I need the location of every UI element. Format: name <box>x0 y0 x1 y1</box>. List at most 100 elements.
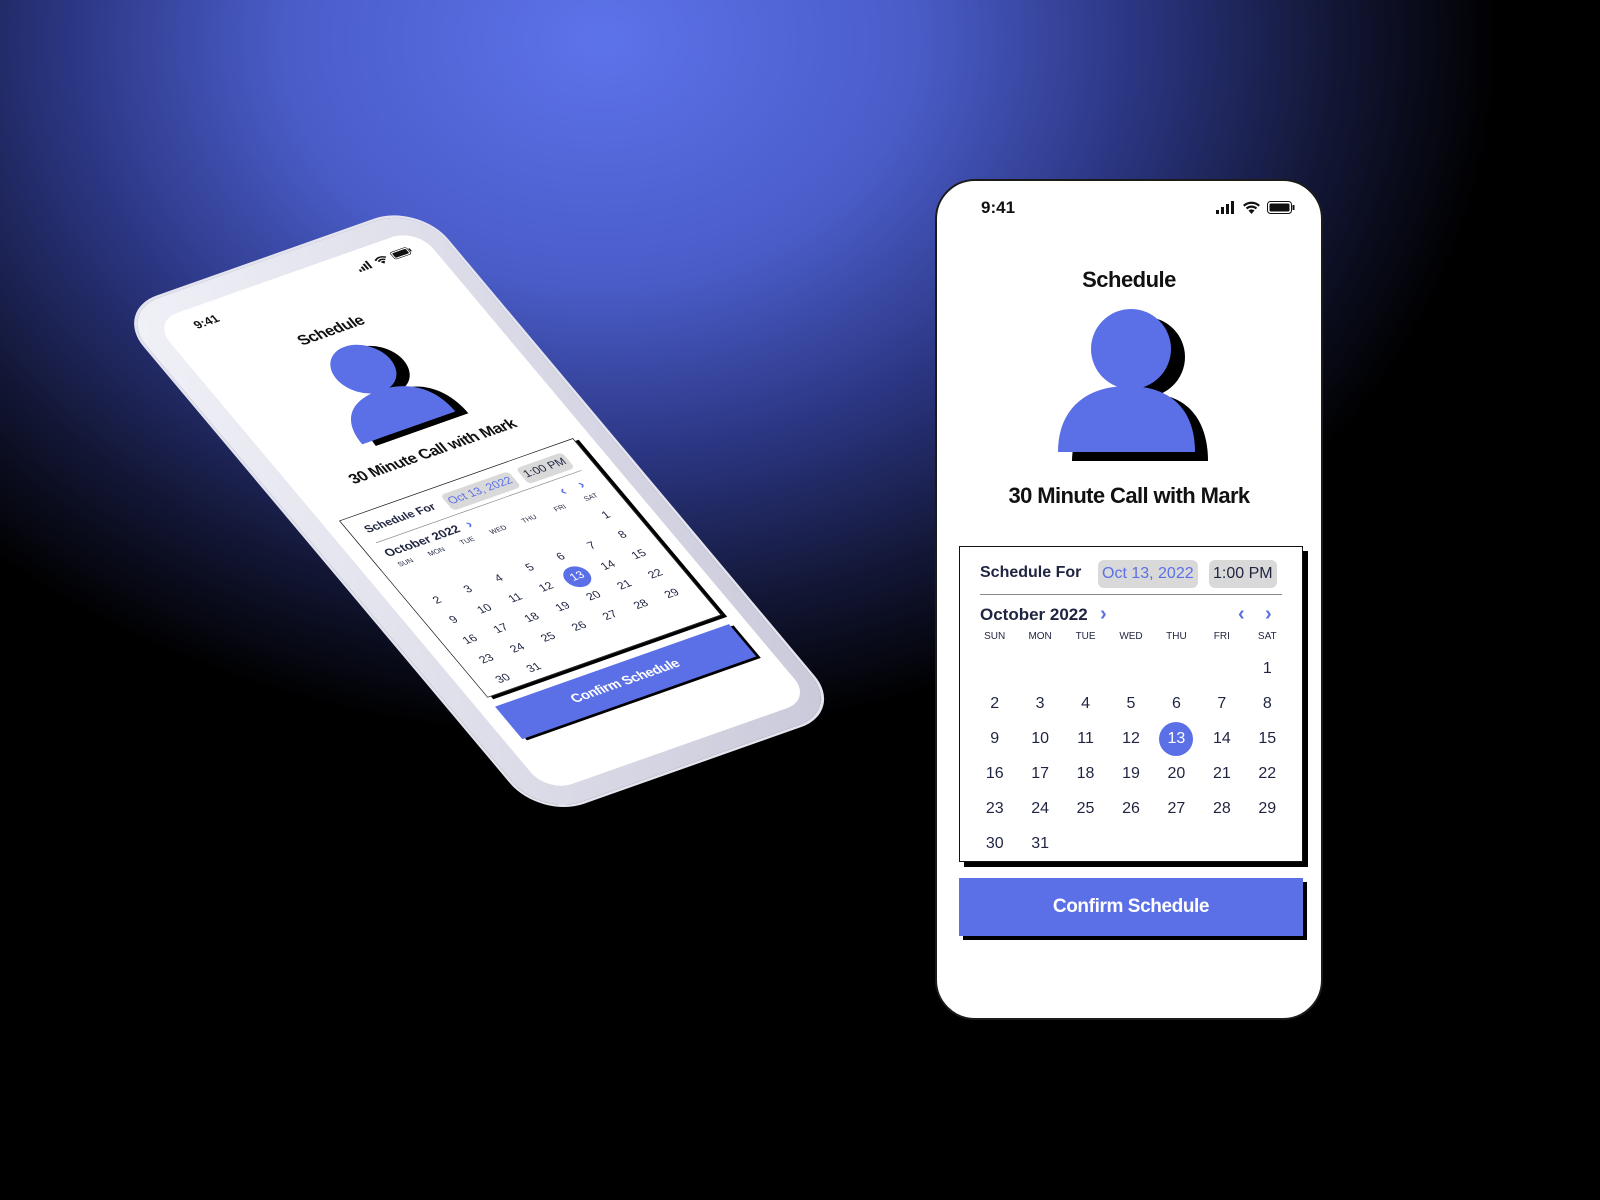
day-cell[interactable]: 26 <box>1108 791 1153 826</box>
phone-screen: 9:41 Schedule 30 Minute Call with Mark S… <box>935 179 1323 1020</box>
day-number: 10 <box>474 602 495 616</box>
day-cell[interactable]: 24 <box>1017 791 1062 826</box>
day-cell[interactable]: 18 <box>1063 756 1108 791</box>
time-field[interactable]: 1:00 PM <box>515 452 575 485</box>
day-number: 20 <box>583 589 604 603</box>
day-number: 11 <box>1077 730 1094 747</box>
day-number: 25 <box>1076 800 1095 817</box>
day-number: 26 <box>1122 800 1140 817</box>
day-cell[interactable]: 2 <box>972 686 1017 721</box>
day-number: 11 <box>505 591 526 605</box>
status-time: 9:41 <box>981 198 1016 217</box>
month-label[interactable]: October 2022 <box>980 605 1088 625</box>
schedule-for-label: Schedule For <box>361 501 439 536</box>
day-number: 7 <box>1217 695 1227 712</box>
day-cell[interactable]: 22 <box>1245 756 1290 791</box>
day-number: 20 <box>1167 765 1186 782</box>
day-number: 15 <box>629 547 650 562</box>
next-month-chevron-icon[interactable]: › <box>574 478 589 492</box>
day-number: 31 <box>1031 835 1050 852</box>
day-cell[interactable]: 13 <box>1154 721 1199 756</box>
confirm-schedule-button[interactable]: Confirm Schedule <box>959 878 1303 936</box>
day-number: 10 <box>1031 730 1050 747</box>
weekday-label: FRI <box>1213 631 1230 642</box>
day-number: 27 <box>1167 800 1186 817</box>
day-number: 7 <box>584 540 599 552</box>
avatar-person-icon <box>330 344 469 446</box>
day-cell[interactable]: 10 <box>1017 721 1062 756</box>
empty-cell <box>972 651 1017 686</box>
schedule-for-label: Schedule For <box>980 564 1082 581</box>
day-number: 25 <box>538 630 559 645</box>
day-cell[interactable]: 17 <box>1017 756 1062 791</box>
tilted-phone-screen: 9:41 Schedule 30 Minute Call with Mark S… <box>152 228 812 793</box>
day-number: 3 <box>461 583 476 596</box>
day-number: 17 <box>1031 765 1050 782</box>
day-number: 24 <box>1031 800 1050 817</box>
day-number: 9 <box>990 730 1000 747</box>
day-cell[interactable]: 27 <box>1154 791 1199 826</box>
day-cell[interactable]: 12 <box>1108 721 1153 756</box>
day-cell[interactable]: 30 <box>972 826 1017 861</box>
day-number: 4 <box>492 572 507 585</box>
day-number: 18 <box>521 610 543 625</box>
day-number: 12 <box>536 580 557 595</box>
month-expand-chevron-icon[interactable]: › <box>462 517 477 531</box>
prev-month-chevron-icon[interactable]: ‹ <box>556 484 571 498</box>
day-cell[interactable]: 20 <box>1154 756 1199 791</box>
day-number: 18 <box>1076 765 1095 782</box>
day-number: 26 <box>569 619 590 634</box>
day-number: 5 <box>522 561 538 574</box>
day-cell[interactable]: 5 <box>1108 686 1153 721</box>
day-cell[interactable]: 6 <box>1154 686 1199 721</box>
day-cell[interactable]: 4 <box>1063 686 1108 721</box>
day-cell[interactable]: 31 <box>1017 826 1062 861</box>
day-cell[interactable]: 16 <box>972 756 1017 791</box>
battery-icon <box>390 247 412 260</box>
day-cell[interactable]: 29 <box>1245 791 1290 826</box>
day-number: 6 <box>1171 695 1181 712</box>
meeting-title: 30 Minute Call with Mark <box>1008 483 1250 508</box>
empty-cell <box>1017 651 1062 686</box>
month-expand-chevron-icon[interactable]: › <box>1100 603 1107 626</box>
day-cell[interactable]: 25 <box>1063 791 1108 826</box>
day-cell[interactable]: 14 <box>1199 721 1244 756</box>
day-number: 12 <box>1122 730 1140 747</box>
day-number: 1 <box>599 509 614 522</box>
schedule-card: Schedule For Oct 13, 2022 1:00 PM Octobe… <box>959 546 1303 862</box>
day-cell[interactable]: 7 <box>1199 686 1244 721</box>
date-field[interactable]: Oct 13, 2022 <box>1098 560 1198 588</box>
prev-month-chevron-icon[interactable]: ‹ <box>1238 603 1245 626</box>
day-number: 27 <box>600 608 621 623</box>
day-number: 15 <box>1258 730 1277 747</box>
signal-icon <box>358 260 373 273</box>
day-number: 16 <box>460 632 481 647</box>
day-number: 8 <box>1262 695 1272 712</box>
wifi-icon <box>1243 201 1260 214</box>
day-number: 19 <box>1122 765 1140 782</box>
day-cell[interactable]: 1 <box>1245 651 1290 686</box>
day-number: 8 <box>615 529 630 541</box>
wifi-icon <box>374 256 387 264</box>
day-cell[interactable]: 28 <box>1199 791 1244 826</box>
time-field[interactable]: 1:00 PM <box>1209 560 1277 588</box>
next-month-chevron-icon[interactable]: › <box>1265 603 1272 626</box>
day-cell[interactable]: 19 <box>1108 756 1153 791</box>
day-cell[interactable]: 11 <box>1063 721 1108 756</box>
day-number: 24 <box>507 641 528 656</box>
day-cell[interactable]: 15 <box>1245 721 1290 756</box>
weekday-label: WED <box>1119 631 1143 642</box>
day-cell[interactable]: 9 <box>972 721 1017 756</box>
empty-cell <box>1108 651 1153 686</box>
day-cell[interactable]: 23 <box>972 791 1017 826</box>
day-number: 4 <box>1081 695 1091 712</box>
day-cell[interactable]: 21 <box>1199 756 1244 791</box>
day-cell[interactable]: 3 <box>1017 686 1062 721</box>
day-number: 1 <box>1262 660 1272 677</box>
day-number: 28 <box>1212 800 1231 817</box>
day-number: 6 <box>553 550 568 563</box>
day-number: 13 <box>1159 722 1194 756</box>
day-cell[interactable]: 8 <box>1245 686 1290 721</box>
weekday-label: TUE <box>1075 631 1096 642</box>
weekday-label: SAT <box>1257 631 1277 642</box>
